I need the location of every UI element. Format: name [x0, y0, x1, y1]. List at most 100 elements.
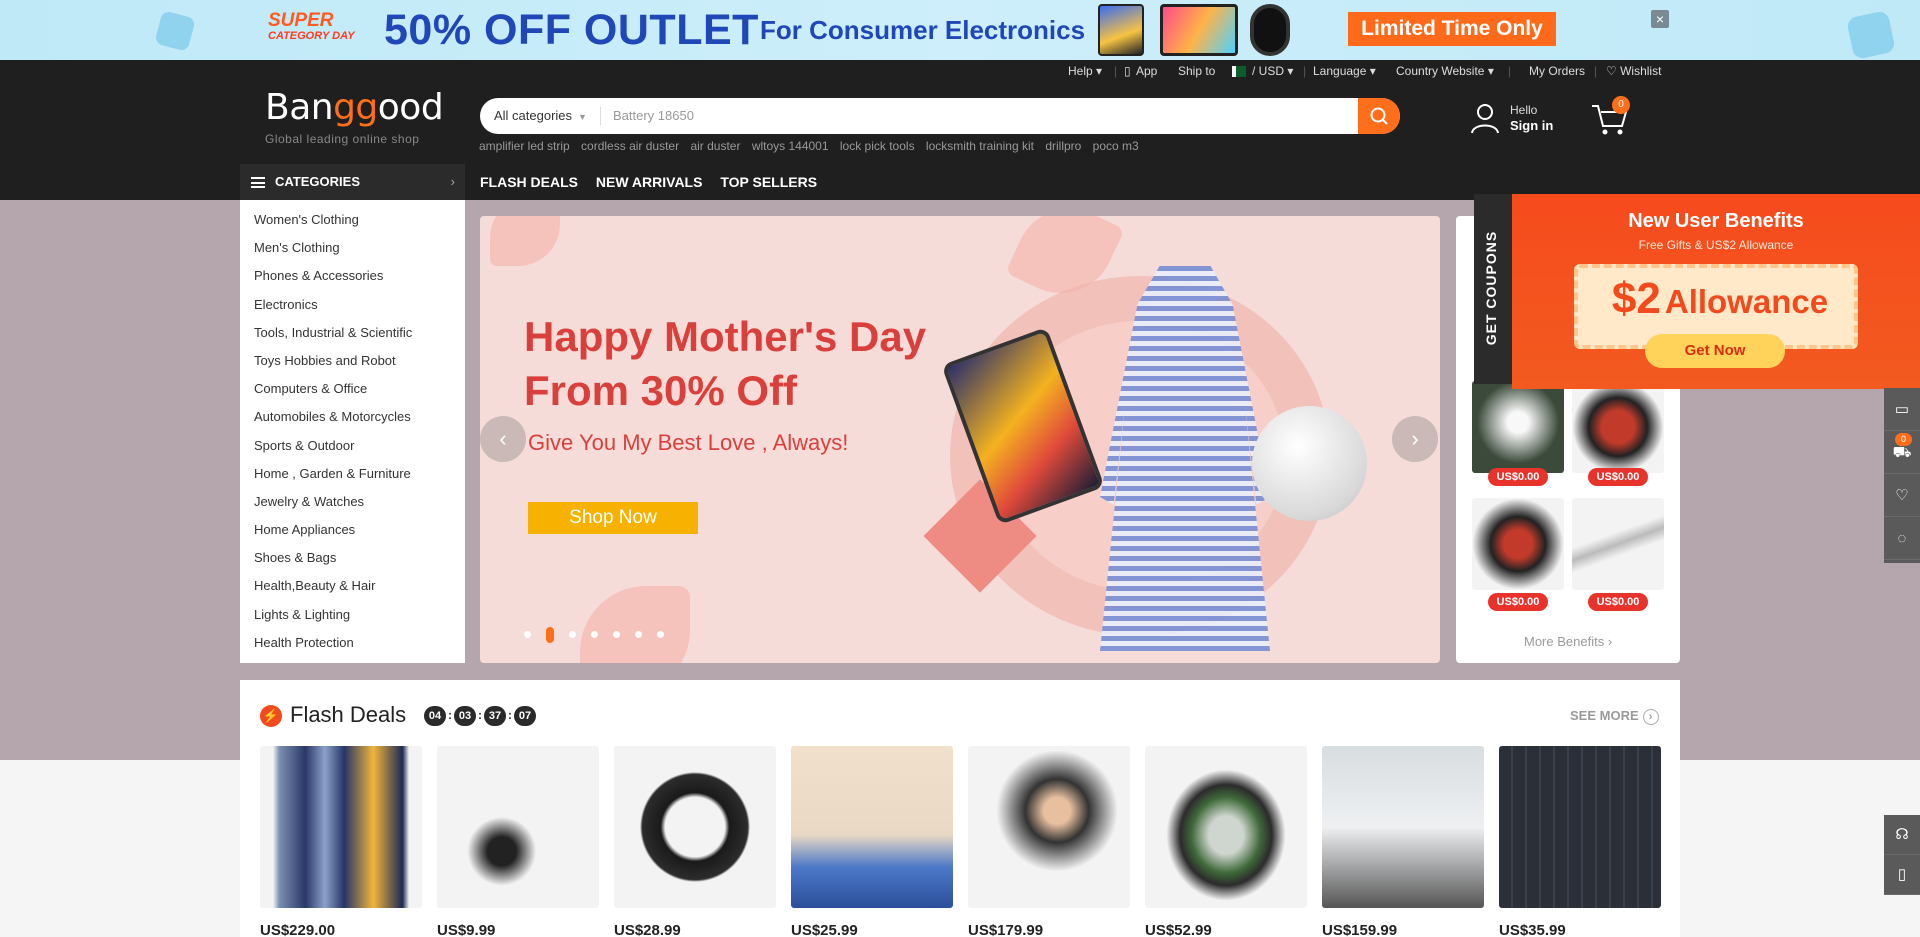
category-item[interactable]: Sports & Outdoor: [240, 434, 465, 462]
see-more-link[interactable]: SEE MORE ›: [1570, 708, 1659, 725]
category-item[interactable]: Shoes & Bags: [240, 546, 465, 574]
category-item[interactable]: Home Appliances: [240, 518, 465, 546]
timer-hours: 04: [424, 706, 446, 726]
account-menu[interactable]: Hello Sign in: [1470, 100, 1580, 140]
categories-button[interactable]: CATEGORIES ›: [240, 164, 465, 200]
language-menu[interactable]: Language ▾: [1313, 64, 1376, 78]
nav-flash-deals[interactable]: FLASH DEALS: [480, 174, 578, 190]
wishlist-link[interactable]: ♡ Wishlist: [1606, 64, 1661, 78]
deal-product-image[interactable]: [437, 746, 599, 908]
decor-cube-left: [154, 10, 196, 52]
currency-menu[interactable]: / USD ▾: [1252, 64, 1293, 78]
hot-keyword-link[interactable]: drillpro: [1045, 139, 1081, 153]
heart-icon[interactable]: ♡: [1884, 474, 1920, 517]
hot-keyword-link[interactable]: poco m3: [1093, 139, 1139, 153]
category-item[interactable]: Jewelry & Watches: [240, 490, 465, 518]
category-item[interactable]: Tools, Industrial & Scientific: [240, 321, 465, 349]
cart-button[interactable]: 0: [1590, 96, 1630, 138]
category-item[interactable]: Home , Garden & Furniture: [240, 462, 465, 490]
search-button[interactable]: [1358, 98, 1400, 134]
help-menu[interactable]: Help ▾: [1068, 64, 1102, 78]
carousel-prev-button[interactable]: ‹: [480, 416, 526, 462]
category-item[interactable]: Toys Hobbies and Robot: [240, 349, 465, 377]
search-category-select[interactable]: All categories ▼: [494, 98, 587, 134]
divider: |: [1594, 64, 1598, 78]
side-cart-badge: 0: [1895, 433, 1912, 446]
close-icon[interactable]: ×: [1651, 10, 1669, 28]
hot-keyword-link[interactable]: amplifier led strip: [479, 139, 570, 153]
deal-product-image[interactable]: [1145, 746, 1307, 908]
countdown-timer: 04:03:37:07: [424, 706, 536, 726]
hero-carousel[interactable]: Happy Mother's Day From 30% Off Give You …: [480, 216, 1440, 663]
sign-in-link[interactable]: Sign in: [1510, 118, 1553, 133]
more-benefits-link[interactable]: More Benefits ›: [1524, 634, 1612, 649]
ship-to-label[interactable]: Ship to: [1178, 64, 1215, 78]
divider: |: [1303, 64, 1307, 78]
deal-product-image[interactable]: [614, 746, 776, 908]
coupon-price-badge: US$0.00: [1588, 593, 1648, 611]
coupon-product-image[interactable]: [1572, 381, 1664, 473]
logo-tagline: Global leading online shop: [265, 132, 420, 146]
site-logo[interactable]: Banggood: [265, 87, 444, 128]
coupon-icon[interactable]: ▭: [1884, 388, 1920, 431]
category-item[interactable]: Health,Beauty & Hair: [240, 574, 465, 602]
hot-keyword-link[interactable]: locksmith training kit: [926, 139, 1034, 153]
get-coupons-label: GET COUPONS: [1483, 230, 1499, 346]
carousel-dot[interactable]: [569, 631, 576, 639]
deal-product-image[interactable]: [791, 746, 953, 908]
get-coupons-tab[interactable]: GET COUPONS: [1474, 194, 1512, 384]
hot-keyword-link[interactable]: wltoys 144001: [752, 139, 829, 153]
deal-price: US$229.00: [260, 922, 336, 937]
support-icon[interactable]: ☊: [1884, 815, 1920, 855]
timer-colon: :: [478, 708, 482, 722]
nav-top-sellers[interactable]: TOP SELLERS: [720, 174, 817, 190]
side-cart-button[interactable]: 0 ⛟: [1884, 431, 1920, 474]
coupon-product-image[interactable]: [1472, 498, 1564, 590]
category-item[interactable]: Electronics: [240, 293, 465, 321]
hot-keyword-link[interactable]: cordless air duster: [581, 139, 679, 153]
deal-product-image[interactable]: [968, 746, 1130, 908]
category-item[interactable]: Computers & Office: [240, 377, 465, 405]
mobile-icon[interactable]: ▯: [1884, 855, 1920, 895]
coupon-price-badge: US$0.00: [1588, 468, 1648, 486]
coupon-product-image[interactable]: [1572, 498, 1664, 590]
shop-now-button[interactable]: Shop Now: [528, 502, 698, 534]
category-item[interactable]: Health Protection: [240, 631, 465, 659]
promo-banner[interactable]: SUPER CATEGORY DAY 50% OFF OUTLET For Con…: [0, 0, 1920, 60]
decor-leaf: [580, 586, 690, 663]
category-item[interactable]: Women's Clothing: [240, 208, 465, 236]
get-now-button[interactable]: Get Now: [1645, 334, 1785, 368]
logo-text: Ban: [265, 87, 334, 128]
benefits-subtitle: Free Gifts & US$2 Allowance: [1638, 238, 1794, 252]
category-item[interactable]: Phones & Accessories: [240, 264, 465, 292]
hot-keyword-link[interactable]: air duster: [690, 139, 740, 153]
new-user-benefits-popup[interactable]: New User Benefits Free Gifts & US$2 Allo…: [1512, 194, 1920, 389]
side-toolbar: ▭ 0 ⛟ ♡ ◌: [1884, 388, 1920, 563]
my-orders-link[interactable]: My Orders: [1529, 64, 1585, 78]
coupon-price-badge: US$0.00: [1488, 593, 1548, 611]
app-link[interactable]: App: [1136, 64, 1157, 78]
nav-new-arrivals[interactable]: NEW ARRIVALS: [596, 174, 703, 190]
category-item[interactable]: Lights & Lighting: [240, 603, 465, 631]
carousel-dot[interactable]: [524, 631, 531, 639]
coupon-product-image[interactable]: [1472, 381, 1564, 473]
deal-product-image[interactable]: [1499, 746, 1661, 908]
deal-price: US$25.99: [791, 922, 858, 937]
carousel-dot-active[interactable]: [546, 626, 554, 643]
country-website-menu[interactable]: Country Website ▾: [1396, 64, 1494, 78]
flash-deals-title: Flash Deals: [290, 702, 407, 727]
category-item[interactable]: Men's Clothing: [240, 236, 465, 264]
search-input[interactable]: Battery 18650: [613, 98, 694, 134]
deal-product-image[interactable]: [1322, 746, 1484, 908]
flag-icon: [1232, 66, 1246, 77]
lightning-icon: ⚡: [260, 705, 282, 727]
promo-cta[interactable]: Limited Time Only: [1348, 12, 1556, 46]
category-item[interactable]: Automobiles & Motorcycles: [240, 405, 465, 433]
hot-keyword-link[interactable]: lock pick tools: [840, 139, 915, 153]
chat-icon[interactable]: ◌: [1884, 517, 1920, 560]
carousel-next-button[interactable]: ›: [1392, 416, 1438, 462]
deal-price: US$52.99: [1145, 922, 1212, 937]
chevron-right-icon: ›: [450, 174, 455, 189]
allowance-amount: $2 Allowance: [1578, 274, 1862, 324]
deal-product-image[interactable]: [260, 746, 422, 908]
